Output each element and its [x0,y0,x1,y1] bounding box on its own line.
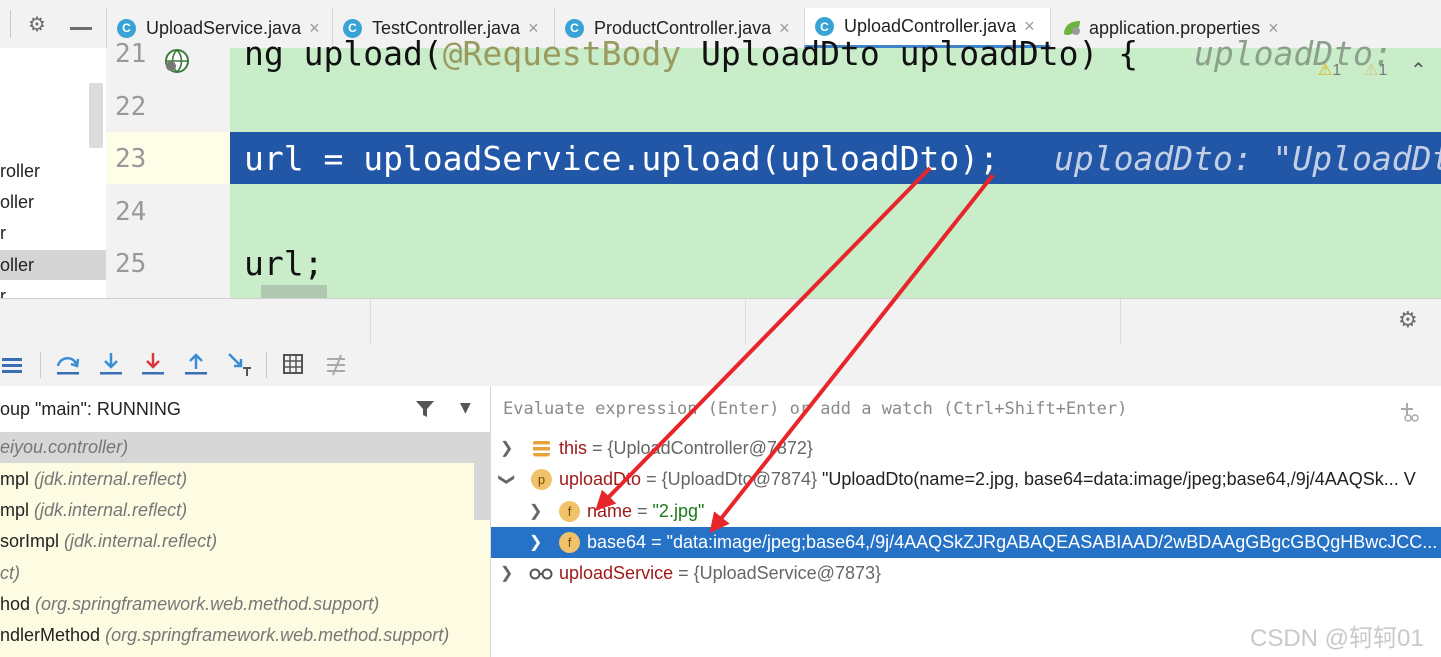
line-number: 24 [115,197,147,227]
code-line-21: ng upload(@RequestBody UploadDto uploadD… [244,34,1139,73]
add-watch-icon[interactable] [1398,400,1422,424]
evaluate-placeholder: Evaluate expression (Enter) or add a wat… [503,399,1128,419]
step-out-icon[interactable] [182,350,210,378]
variable-row-base64[interactable]: ❯ f base64 = "data:image/jpeg;base64,/9j… [491,527,1441,558]
web-endpoint-icon[interactable] [162,46,192,76]
variable-row-uploadService[interactable]: ❯ uploadService = {UploadService@7873} [491,558,1441,589]
variable-row-name[interactable]: ❯ f name = "2.jpg" [491,496,1441,527]
step-over-icon[interactable] [54,350,82,378]
toolbar-separator [40,352,41,378]
chevron-right-icon[interactable]: ❯ [500,558,513,589]
evaluate-expression-icon[interactable] [280,350,308,378]
debug-toolbar [0,344,1441,387]
minimize-icon[interactable] [70,27,92,30]
chevron-right-icon[interactable]: ❯ [529,496,542,527]
weak-warning-indicator[interactable]: ⚠1 [1364,60,1387,80]
code-line-25: url; [244,244,324,283]
frames-scrollbar[interactable] [474,432,490,520]
settings-gear-icon[interactable]: ⚙ [1398,308,1418,333]
divider [745,298,746,344]
filter-icon[interactable] [414,398,436,420]
tree-item[interactable]: r [0,281,106,298]
frame-item[interactable]: ndlerMethod (org.springframework.web.met… [0,620,474,651]
line-number: 22 [115,92,147,122]
frame-item[interactable]: ct) [0,558,474,589]
step-into-icon[interactable] [97,350,125,378]
tree-item[interactable]: r [0,218,106,248]
evaluate-expression-input[interactable]: Evaluate expression (Enter) or add a wat… [491,386,1441,433]
trace-stream-icon[interactable] [323,350,351,378]
variable-row-uploadDto[interactable]: ❯ p uploadDto = {UploadDto@7874} "Upload… [491,464,1441,495]
frame-item[interactable]: hod (org.springframework.web.method.supp… [0,589,474,620]
chevron-right-icon[interactable]: ❯ [500,433,513,464]
divider [370,298,371,344]
debug-panel-header [0,298,1441,346]
watermark: CSDN @轲轲01 [1250,625,1424,652]
chevron-right-icon[interactable]: ❯ [529,527,542,558]
divider [1120,298,1121,344]
inline-debug-hint: uploadDto: "UploadDt [1054,139,1441,178]
editor-horizontal-scrollbar[interactable] [261,285,327,298]
threads-list-icon[interactable] [0,350,28,378]
code-line-23: url = uploadService.upload(uploadDto); [244,139,999,178]
watch-glasses-icon [529,568,553,580]
thread-label: oup "main": RUNNING [0,399,181,419]
tree-item-selected[interactable]: oller [0,250,106,280]
tree-item[interactable]: roller [0,156,106,186]
variable-row-this[interactable]: ❯ this = {UploadController@7872} [491,433,1441,464]
chevron-down-icon[interactable]: ❯ [491,473,522,486]
toolbar-separator [10,10,11,38]
field-icon: f [559,501,580,522]
field-icon: f [559,532,580,553]
frame-item[interactable]: mpl (jdk.internal.reflect) [0,464,474,495]
frame-item[interactable]: eiyou.controller) [0,432,474,463]
line-number: 25 [115,249,147,279]
toolbar-separator [266,352,267,378]
line-number: 21 [115,39,147,69]
warning-indicator[interactable]: ⚠1 [1318,60,1341,80]
frame-item[interactable]: sorImpl (jdk.internal.reflect) [0,526,474,557]
tree-item[interactable]: oller [0,187,106,217]
chevron-up-icon[interactable]: ⌃ [1410,58,1427,83]
fields-icon [533,441,550,457]
frame-item[interactable]: mpl (jdk.internal.reflect) [0,495,474,526]
chevron-down-icon[interactable]: ▼ [460,400,471,416]
line-number: 23 [115,144,147,174]
tree-scrollbar[interactable] [89,83,103,148]
gear-icon[interactable]: ⚙ [28,14,46,34]
force-step-into-icon[interactable] [139,350,167,378]
parameter-icon: p [531,469,552,490]
run-to-cursor-icon[interactable] [225,350,253,378]
